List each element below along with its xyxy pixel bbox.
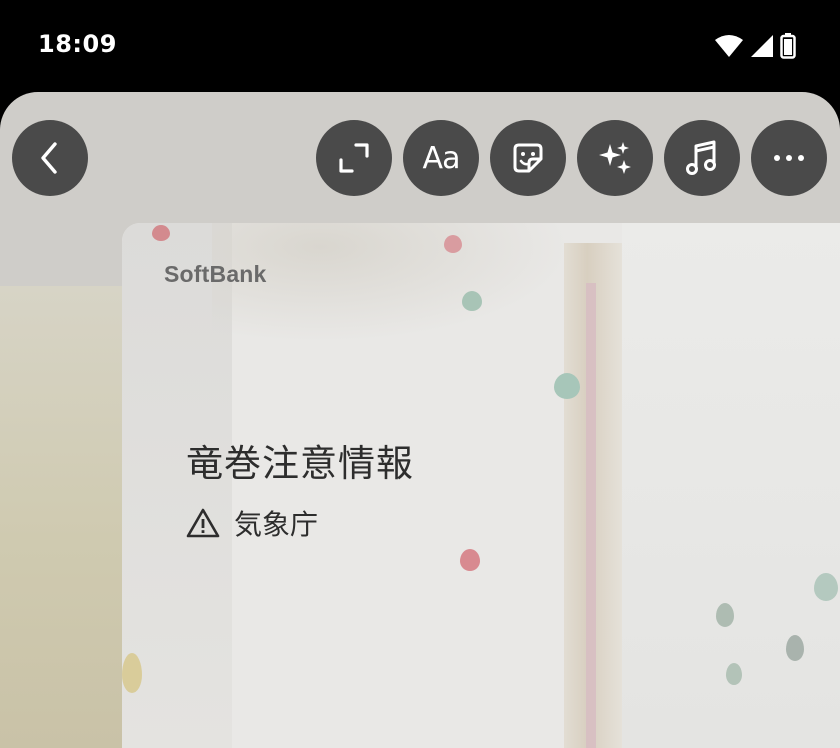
story-canvas[interactable]: SoftBank 竜巻注意情報 気象庁 <box>122 223 840 748</box>
resize-button[interactable] <box>316 120 392 196</box>
alert-source-label: 気象庁 <box>234 508 319 541</box>
ornament <box>786 635 804 661</box>
story-editor: SoftBank 竜巻注意情報 気象庁 Aa <box>0 92 840 748</box>
effects-button[interactable] <box>577 120 653 196</box>
ornament <box>554 373 580 399</box>
ornament <box>460 549 480 571</box>
brand-label: SoftBank <box>164 261 267 287</box>
status-icons <box>714 32 796 60</box>
ornament <box>152 225 170 241</box>
music-button[interactable] <box>664 120 740 196</box>
back-button[interactable] <box>12 120 88 196</box>
background-strip <box>0 286 122 748</box>
ornament <box>444 235 462 253</box>
more-button[interactable] <box>751 120 827 196</box>
warning-triangle-icon <box>186 508 220 538</box>
ornament <box>122 653 142 693</box>
sparkles-icon <box>599 142 631 174</box>
alert-source: 気象庁 <box>186 503 318 543</box>
text-button[interactable]: Aa <box>403 120 479 196</box>
battery-icon <box>780 33 796 59</box>
expand-icon <box>339 143 369 173</box>
signal-icon <box>751 35 773 57</box>
ornament <box>716 603 734 627</box>
ornament <box>462 291 482 311</box>
sticker-button[interactable] <box>490 120 566 196</box>
status-bar: 18:09 <box>0 0 840 92</box>
ornament <box>726 663 742 685</box>
chevron-left-icon <box>41 142 57 174</box>
wifi-icon <box>715 35 743 57</box>
alert-title: 竜巻注意情報 <box>186 442 414 485</box>
more-horizontal-icon <box>774 155 804 161</box>
text-tool-label: Aa <box>422 140 461 176</box>
sticker-icon <box>513 143 543 173</box>
editor-toolbar: Aa <box>0 92 840 222</box>
ornament <box>814 573 838 601</box>
status-time: 18:09 <box>38 30 117 58</box>
music-note-icon <box>686 140 716 175</box>
canvas-stripe-pink <box>586 283 596 748</box>
